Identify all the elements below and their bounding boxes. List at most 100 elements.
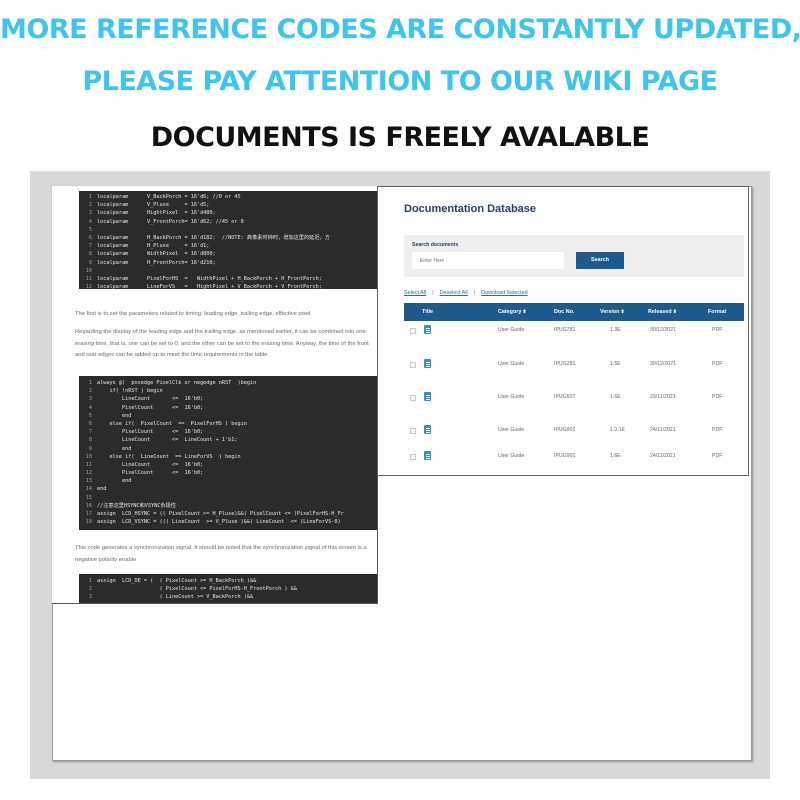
cell-category: User Guide [498, 361, 525, 367]
code-line: 16 //注意这里HSYNC和VSYNC负极性 [79, 502, 377, 510]
code-block-timing-params: 1 localparam V_BackPorch = 16'd6; //0 or … [79, 191, 377, 289]
table-row[interactable]: User Guide IPUG902 1.0.1E 24/11/2021 PDF [404, 425, 744, 439]
code-text: end [97, 486, 107, 493]
code-document-panel: 1 localparam V_BackPorch = 16'd6; //0 or … [52, 186, 378, 604]
code-text: localparam V_Pluse = 16'd5; [97, 202, 210, 209]
document-icon[interactable] [424, 392, 431, 401]
cell-format: PDF [712, 427, 723, 433]
document-icon[interactable] [424, 359, 431, 368]
code-line: 9 localparam H_FrontPorch= 16'd210; [79, 259, 377, 267]
code-line: 10 [79, 267, 377, 275]
line-number: 2 [88, 202, 92, 209]
code-line: 3 localparam HightPixel = 16'd480; [79, 209, 377, 217]
line-number: 17 [85, 511, 92, 517]
code-line: 7 localparam H_Pluse = 16'd1; [79, 242, 377, 250]
document-icon[interactable] [424, 451, 431, 460]
table-row[interactable]: User Guide IPUG901 1.6E 24/11/2021 PDF [404, 451, 744, 465]
line-number: 11 [85, 461, 92, 468]
line-number: 5 [88, 226, 92, 233]
link-separator: | [432, 290, 434, 296]
cell-format: PDF [712, 453, 723, 459]
cell-released: 29/11/2021 [650, 394, 676, 400]
code-text: localparam H_BackPorch = 16'd182; //NOTE… [97, 234, 330, 241]
line-number: 12 [85, 470, 92, 477]
line-number: 1 [88, 380, 92, 386]
row-checkbox[interactable] [410, 454, 416, 460]
search-input[interactable] [412, 252, 564, 269]
line-number: 3 [88, 210, 92, 217]
code-line: 4 PixelCount <= 16'b0; [79, 404, 377, 412]
cell-doc-no: IPUG781 [554, 327, 576, 333]
code-line: 6 else if( PixelCount == PixelForHS ) be… [79, 420, 377, 428]
doc-paragraph-edges: Regarding the display of the leading edg… [75, 329, 369, 358]
line-number: 6 [88, 234, 92, 241]
line-number: 11 [85, 275, 92, 282]
code-line: 1 always @( posedge PixelClk or negedge n… [79, 379, 377, 387]
code-text: localparam PixelForHS = WidthPixel + H_B… [97, 275, 322, 282]
search-button[interactable]: Search [576, 252, 624, 269]
headline-updated: MORE REFERENCE CODES ARE CONSTANTLY UPDA… [0, 14, 800, 45]
table-row[interactable]: User Guide IPUG507 1.6E 29/11/2021 PDF [404, 392, 744, 406]
column-version[interactable]: Version⬍ [600, 303, 625, 321]
line-number: 8 [88, 437, 92, 444]
code-text: end [97, 412, 132, 419]
table-row[interactable]: User Guide IPUG781 1.3E 30/12/2021 PDF [404, 325, 744, 339]
sort-icon[interactable]: ⬍ [620, 309, 624, 315]
line-number: 7 [88, 243, 92, 250]
select-all-link[interactable]: Select All [404, 290, 426, 296]
line-number: 12 [85, 284, 92, 289]
column-released-label: Released [648, 309, 672, 315]
line-number: 2 [88, 388, 92, 395]
code-line: 15 [79, 494, 377, 502]
code-text: LineCount <= 16'b0; [97, 461, 204, 468]
deselect-all-link[interactable]: Deselect All [440, 290, 468, 296]
line-number: 4 [88, 218, 92, 225]
row-checkbox[interactable] [410, 328, 416, 334]
code-text: assign LCD_DE = ( ( PixelCount >= H_Back… [97, 578, 257, 584]
cell-version: 1.5E [610, 361, 621, 367]
code-block-counters: 1 always @( posedge PixelClk or negedge n… [79, 376, 377, 530]
headline-wiki: PLEASE PAY ATTENTION TO OUR WIKI PAGE [82, 66, 718, 97]
cell-format: PDF [712, 327, 723, 333]
code-line: 8 localparam WidthPixel = 16'd800; [79, 250, 377, 258]
line-number: 15 [85, 494, 92, 501]
document-icon[interactable] [424, 325, 431, 334]
sort-icon[interactable]: ⬍ [673, 309, 677, 315]
search-label: Search documents [412, 242, 459, 248]
code-block-de: 1 assign LCD_DE = ( ( PixelCount >= H_Bac… [79, 574, 377, 603]
code-line: 13 end [79, 477, 377, 485]
code-text: end [97, 445, 132, 452]
code-text: localparam LineForVS = HightPixel + V_Ba… [97, 284, 322, 289]
table-row[interactable]: User Guide IPUG281 1.5E 30/12/2021 PDF [404, 359, 744, 373]
code-line: 2 if( !nRST ) begin [79, 387, 377, 395]
line-number: 9 [88, 445, 92, 452]
code-text: localparam H_FrontPorch= 16'd210; [97, 259, 216, 266]
cell-category: User Guide [498, 453, 525, 459]
code-line: 4 localparam V_FrontPorch= 16'd62; //45 o… [79, 218, 377, 226]
download-selected-link[interactable]: Download Selected [481, 290, 527, 296]
column-category[interactable]: Category⬍ [498, 303, 527, 321]
column-released[interactable]: Released⬍ [648, 303, 677, 321]
sort-icon[interactable]: ⬍ [522, 309, 526, 315]
line-number: 4 [88, 404, 92, 411]
line-number: 2 [88, 586, 92, 593]
code-line: 18 assign LCD_VSYNC = ((( LineCount >= V_… [79, 518, 377, 526]
link-separator: | [473, 290, 476, 296]
code-line: 1 localparam V_BackPorch = 16'd6; //0 or … [79, 193, 377, 201]
row-checkbox[interactable] [410, 428, 416, 434]
row-checkbox[interactable] [410, 395, 416, 401]
cell-version: 1.0.1E [610, 427, 625, 433]
cell-released: 24/11/2021 [650, 453, 676, 459]
code-text: LineCount <= 16'b0; [97, 396, 204, 403]
line-number: 1 [88, 578, 92, 584]
line-number: 6 [88, 420, 92, 427]
cell-category: User Guide [498, 394, 525, 400]
doc-paragraph-timing: The first is to set the parameters relat… [75, 311, 311, 317]
line-number: 3 [88, 594, 92, 601]
document-icon[interactable] [424, 425, 431, 434]
line-number: 8 [88, 251, 92, 258]
code-line: 12 PixelCount <= 16'b0; [79, 469, 377, 477]
cell-category: User Guide [498, 327, 525, 333]
row-checkbox[interactable] [410, 362, 416, 368]
code-line: 17 assign LCD_HSYNC = (( PixelCount >= H_… [79, 510, 377, 518]
